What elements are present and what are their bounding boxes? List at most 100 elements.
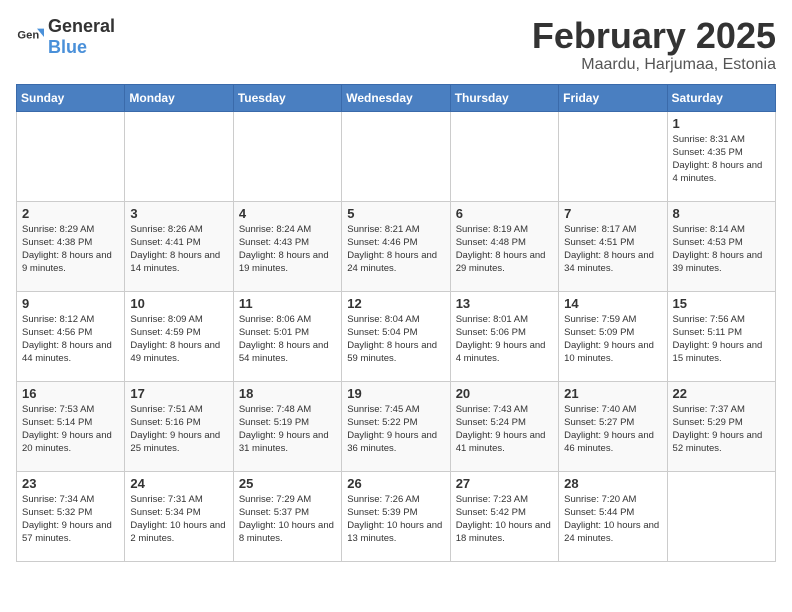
day-info: Sunrise: 8:24 AM Sunset: 4:43 PM Dayligh… xyxy=(239,223,336,276)
day-number: 3 xyxy=(130,206,227,221)
svg-text:Gen: Gen xyxy=(17,29,39,41)
day-info: Sunrise: 8:01 AM Sunset: 5:06 PM Dayligh… xyxy=(456,313,553,366)
table-row: 18 Sunrise: 7:48 AM Sunset: 5:19 PM Dayli… xyxy=(233,381,341,471)
table-row: 13 Sunrise: 8:01 AM Sunset: 5:06 PM Dayli… xyxy=(450,291,558,381)
day-info: Sunrise: 8:17 AM Sunset: 4:51 PM Dayligh… xyxy=(564,223,661,276)
day-number: 8 xyxy=(673,206,770,221)
table-row: 1 Sunrise: 8:31 AM Sunset: 4:35 PM Daylig… xyxy=(667,111,775,201)
day-info: Sunrise: 7:40 AM Sunset: 5:27 PM Dayligh… xyxy=(564,403,661,456)
table-row: 19Sunrise: 7:45 AM Sunset: 5:22 PM Dayli… xyxy=(342,381,450,471)
table-row: 10 Sunrise: 8:09 AM Sunset: 4:59 PM Dayli… xyxy=(125,291,233,381)
day-info: Sunrise: 8:29 AM Sunset: 4:38 PM Dayligh… xyxy=(22,223,119,276)
day-info: Sunrise: 7:29 AM Sunset: 5:37 PM Dayligh… xyxy=(239,493,336,546)
day-number: 21 xyxy=(564,386,661,401)
logo-general-text: General xyxy=(48,16,115,36)
table-row: 12 Sunrise: 8:04 AM Sunset: 5:04 PM Dayli… xyxy=(342,291,450,381)
day-number: 27 xyxy=(456,476,553,491)
table-row: 3 Sunrise: 8:26 AM Sunset: 4:41 PM Daylig… xyxy=(125,201,233,291)
day-info: Sunrise: 8:09 AM Sunset: 4:59 PM Dayligh… xyxy=(130,313,227,366)
col-sunday: Sunday xyxy=(17,84,125,111)
table-row xyxy=(342,111,450,201)
table-row: 17 Sunrise: 7:51 AM Sunset: 5:16 PM Dayli… xyxy=(125,381,233,471)
day-info: Sunrise: 7:43 AM Sunset: 5:24 PM Dayligh… xyxy=(456,403,553,456)
table-row: 7 Sunrise: 8:17 AM Sunset: 4:51 PM Daylig… xyxy=(559,201,667,291)
day-info: Sunrise: 7:26 AM Sunset: 5:39 PM Dayligh… xyxy=(347,493,444,546)
day-number: 24 xyxy=(130,476,227,491)
table-row xyxy=(233,111,341,201)
day-info: Sunrise: 7:56 AM Sunset: 5:11 PM Dayligh… xyxy=(673,313,770,366)
day-info: Sunrise: 8:26 AM Sunset: 4:41 PM Dayligh… xyxy=(130,223,227,276)
logo-blue-text: Blue xyxy=(48,37,87,57)
day-info: Sunrise: 7:37 AM Sunset: 5:29 PM Dayligh… xyxy=(673,403,770,456)
day-number: 7 xyxy=(564,206,661,221)
title-area: February 2025 Maardu, Harjumaa, Estonia xyxy=(532,16,776,74)
table-row xyxy=(450,111,558,201)
day-number: 20 xyxy=(456,386,553,401)
day-number: 15 xyxy=(673,296,770,311)
day-number: 5 xyxy=(347,206,444,221)
day-info: Sunrise: 7:34 AM Sunset: 5:32 PM Dayligh… xyxy=(22,493,119,546)
table-row: 23 Sunrise: 7:34 AM Sunset: 5:32 PM Dayli… xyxy=(17,471,125,561)
table-row: 26 Sunrise: 7:26 AM Sunset: 5:39 PM Dayli… xyxy=(342,471,450,561)
day-info: Sunrise: 7:20 AM Sunset: 5:44 PM Dayligh… xyxy=(564,493,661,546)
table-row: 15 Sunrise: 7:56 AM Sunset: 5:11 PM Dayli… xyxy=(667,291,775,381)
table-row: 24Sunrise: 7:31 AM Sunset: 5:34 PM Dayli… xyxy=(125,471,233,561)
calendar-table: Sunday Monday Tuesday Wednesday Thursday… xyxy=(16,84,776,562)
calendar-week-5: 23 Sunrise: 7:34 AM Sunset: 5:32 PM Dayli… xyxy=(17,471,776,561)
table-row: 5Sunrise: 8:21 AM Sunset: 4:46 PM Daylig… xyxy=(342,201,450,291)
day-number: 25 xyxy=(239,476,336,491)
day-number: 18 xyxy=(239,386,336,401)
day-number: 16 xyxy=(22,386,119,401)
table-row: 2 Sunrise: 8:29 AM Sunset: 4:38 PM Daylig… xyxy=(17,201,125,291)
day-number: 13 xyxy=(456,296,553,311)
col-monday: Monday xyxy=(125,84,233,111)
calendar-week-4: 16 Sunrise: 7:53 AM Sunset: 5:14 PM Dayli… xyxy=(17,381,776,471)
calendar-week-2: 2 Sunrise: 8:29 AM Sunset: 4:38 PM Daylig… xyxy=(17,201,776,291)
table-row xyxy=(667,471,775,561)
day-number: 6 xyxy=(456,206,553,221)
day-info: Sunrise: 7:23 AM Sunset: 5:42 PM Dayligh… xyxy=(456,493,553,546)
table-row: 6 Sunrise: 8:19 AM Sunset: 4:48 PM Daylig… xyxy=(450,201,558,291)
day-number: 14 xyxy=(564,296,661,311)
day-number: 12 xyxy=(347,296,444,311)
logo-icon: Gen xyxy=(16,23,44,51)
day-info: Sunrise: 8:04 AM Sunset: 5:04 PM Dayligh… xyxy=(347,313,444,366)
table-row: 20 Sunrise: 7:43 AM Sunset: 5:24 PM Dayli… xyxy=(450,381,558,471)
header: Gen General Blue February 2025 Maardu, H… xyxy=(16,16,776,74)
day-number: 22 xyxy=(673,386,770,401)
day-number: 23 xyxy=(22,476,119,491)
day-info: Sunrise: 7:45 AM Sunset: 5:22 PM Dayligh… xyxy=(347,403,444,456)
col-friday: Friday xyxy=(559,84,667,111)
day-info: Sunrise: 8:06 AM Sunset: 5:01 PM Dayligh… xyxy=(239,313,336,366)
table-row xyxy=(125,111,233,201)
day-info: Sunrise: 7:53 AM Sunset: 5:14 PM Dayligh… xyxy=(22,403,119,456)
table-row: 14 Sunrise: 7:59 AM Sunset: 5:09 PM Dayli… xyxy=(559,291,667,381)
main-title: February 2025 xyxy=(532,16,776,56)
day-number: 1 xyxy=(673,116,770,131)
day-info: Sunrise: 7:48 AM Sunset: 5:19 PM Dayligh… xyxy=(239,403,336,456)
table-row: 9Sunrise: 8:12 AM Sunset: 4:56 PM Daylig… xyxy=(17,291,125,381)
table-row: 16 Sunrise: 7:53 AM Sunset: 5:14 PM Dayli… xyxy=(17,381,125,471)
day-number: 17 xyxy=(130,386,227,401)
table-row: 11 Sunrise: 8:06 AM Sunset: 5:01 PM Dayli… xyxy=(233,291,341,381)
day-info: Sunrise: 7:59 AM Sunset: 5:09 PM Dayligh… xyxy=(564,313,661,366)
col-wednesday: Wednesday xyxy=(342,84,450,111)
table-row: 8 Sunrise: 8:14 AM Sunset: 4:53 PM Daylig… xyxy=(667,201,775,291)
day-info: Sunrise: 7:51 AM Sunset: 5:16 PM Dayligh… xyxy=(130,403,227,456)
table-row xyxy=(559,111,667,201)
day-info: Sunrise: 8:19 AM Sunset: 4:48 PM Dayligh… xyxy=(456,223,553,276)
table-row: 25 Sunrise: 7:29 AM Sunset: 5:37 PM Dayli… xyxy=(233,471,341,561)
calendar-week-1: 1 Sunrise: 8:31 AM Sunset: 4:35 PM Daylig… xyxy=(17,111,776,201)
day-number: 10 xyxy=(130,296,227,311)
subtitle: Maardu, Harjumaa, Estonia xyxy=(532,56,776,74)
day-number: 26 xyxy=(347,476,444,491)
day-number: 11 xyxy=(239,296,336,311)
col-saturday: Saturday xyxy=(667,84,775,111)
day-info: Sunrise: 8:12 AM Sunset: 4:56 PM Dayligh… xyxy=(22,313,119,366)
table-row: 28 Sunrise: 7:20 AM Sunset: 5:44 PM Dayli… xyxy=(559,471,667,561)
day-number: 28 xyxy=(564,476,661,491)
day-number: 2 xyxy=(22,206,119,221)
day-info: Sunrise: 8:31 AM Sunset: 4:35 PM Dayligh… xyxy=(673,133,770,186)
day-info: Sunrise: 8:14 AM Sunset: 4:53 PM Dayligh… xyxy=(673,223,770,276)
table-row: 22 Sunrise: 7:37 AM Sunset: 5:29 PM Dayli… xyxy=(667,381,775,471)
